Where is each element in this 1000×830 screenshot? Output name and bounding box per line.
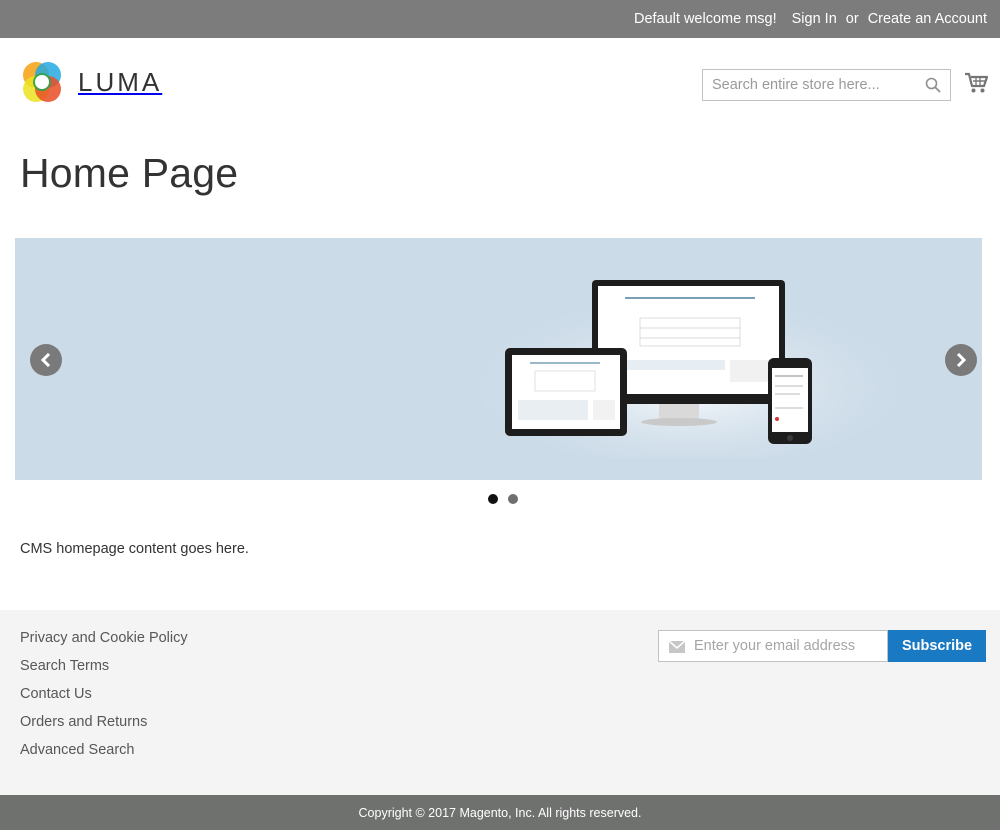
newsletter-field [658,630,888,662]
luma-logo-icon [23,62,61,102]
copyright-bar: Copyright © 2017 Magento, Inc. All right… [0,795,1000,830]
orders-returns-link[interactable]: Orders and Returns [20,714,147,730]
advanced-search-link[interactable]: Advanced Search [20,742,134,758]
contact-us-link[interactable]: Contact Us [20,686,92,702]
footer-links: Privacy and Cookie Policy Search Terms C… [20,630,188,770]
copyright-text: Copyright © 2017 Magento, Inc. All right… [358,805,642,820]
footer: Privacy and Cookie Policy Search Terms C… [0,610,1000,795]
store-logo[interactable]: LUMA [20,60,162,104]
header-links: Default welcome msg! Sign In or Create a… [634,0,987,38]
subscribe-button[interactable]: Subscribe [888,630,986,662]
cms-content: CMS homepage content goes here. [20,541,249,557]
chevron-left-icon [40,353,51,367]
slider-dot-1[interactable] [488,494,498,504]
newsletter-form: Subscribe [658,630,986,662]
mail-icon [668,640,686,658]
search-box [702,69,951,101]
sign-in-link[interactable]: Sign In [792,11,837,27]
page-title: Home Page [20,150,239,196]
welcome-message: Default welcome msg! [633,11,777,27]
footer-link-item: Orders and Returns [20,714,188,742]
footer-link-item: Advanced Search [20,742,188,770]
logo-text: LUMA [78,66,163,97]
or-separator: or [845,11,859,27]
footer-link-item: Contact Us [20,686,188,714]
search-icon[interactable] [925,77,941,98]
create-account-link[interactable]: Create an Account [868,11,987,27]
newsletter-email-input[interactable] [694,631,884,661]
slider-next-button[interactable] [945,344,977,376]
search-terms-link[interactable]: Search Terms [20,658,109,674]
search-input[interactable] [703,70,913,100]
devices-banner-image [475,280,895,458]
chevron-right-icon [956,353,967,367]
footer-link-item: Privacy and Cookie Policy [20,630,188,658]
cart-icon[interactable] [964,72,989,99]
privacy-policy-link[interactable]: Privacy and Cookie Policy [20,630,188,646]
banner-slider[interactable] [15,238,982,480]
footer-link-item: Search Terms [20,658,188,686]
top-bar: Default welcome msg! Sign In or Create a… [0,0,1000,38]
slider-prev-button[interactable] [30,344,62,376]
slider-dot-2[interactable] [508,494,518,504]
slider-pagination [488,494,518,504]
